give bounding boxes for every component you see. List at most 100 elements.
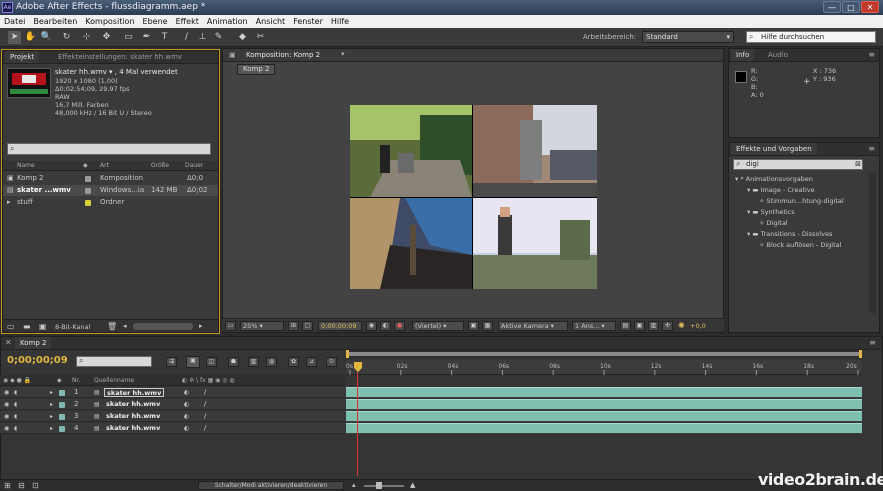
scroll-right-icon[interactable]: ▸	[199, 322, 203, 330]
exposure-icon[interactable]: ✺	[678, 321, 685, 330]
vertical-scrollbar[interactable]	[869, 173, 876, 313]
expand-arrow-icon[interactable]: ▸	[50, 423, 53, 434]
label-color-swatch[interactable]	[59, 402, 65, 408]
eraser-tool-icon[interactable]: ✎	[212, 31, 225, 44]
label-color-swatch[interactable]	[85, 188, 91, 194]
tab-project[interactable]: Projekt	[5, 51, 40, 63]
effects-tree-item[interactable]: ▾ ▬ Transitions - Dissolves	[747, 229, 832, 240]
trash-icon[interactable]: 🗑	[107, 322, 117, 331]
motion-blur-icon[interactable]: ◍	[266, 357, 277, 367]
project-item[interactable]: ▤ skater ...wmv Windows...ia 142 MB Δ0;0…	[3, 185, 218, 196]
frame-blending-icon[interactable]: ▥	[248, 357, 259, 367]
layer-name[interactable]: skater hh.wmv	[104, 424, 162, 433]
project-search-input[interactable]	[7, 143, 211, 155]
effects-tree-item[interactable]: ✧ Digital	[759, 218, 788, 229]
tab-info[interactable]: Info	[731, 49, 755, 61]
timeline-zoom-slider[interactable]	[364, 485, 404, 487]
table-row[interactable]: ◉ ◖ ▸ 2 ▤ skater hh.wmv ◐ /	[0, 399, 345, 410]
views-select[interactable]: 1 Ans... ▾	[572, 321, 616, 331]
menu-animation[interactable]: Animation	[203, 15, 252, 28]
zoom-in-icon[interactable]: ▲	[410, 481, 415, 489]
puppet-tool-icon[interactable]: ✂	[254, 31, 267, 44]
menu-datei[interactable]: Datei	[0, 15, 29, 28]
brainstorm-icon[interactable]: ✿	[288, 357, 299, 367]
toggle-pixel-aspect-icon[interactable]: ▤	[620, 321, 631, 331]
panel-menu-icon[interactable]: ≡	[869, 338, 876, 347]
keyframe-auto-icon[interactable]: ⊙	[326, 357, 337, 367]
label-color-swatch[interactable]	[85, 200, 91, 206]
work-area-bar[interactable]	[346, 350, 862, 358]
layer-name[interactable]: skater hh.wmv	[104, 400, 162, 409]
eye-icon[interactable]: ◉	[4, 387, 9, 398]
work-area-start-handle[interactable]	[346, 350, 349, 358]
live-update-icon[interactable]: ▣	[186, 356, 200, 368]
timeline-timecode[interactable]: 0;00;00;09	[7, 355, 68, 366]
draft-3d-icon[interactable]: ◫	[206, 357, 217, 367]
tab-effect-controls[interactable]: Effekteinstellungen: skater hh.wmv	[53, 51, 187, 63]
selection-tool-icon[interactable]: ➤	[8, 31, 21, 44]
show-snapshot-icon[interactable]: ◐	[380, 321, 391, 331]
table-row[interactable]: ◉ ◖ ▸ 4 ▤ skater hh.wmv ◐ /	[0, 423, 345, 434]
comp-timecode[interactable]: 0;00;00;09	[318, 321, 362, 331]
work-area-end-handle[interactable]	[859, 350, 862, 358]
minimize-button[interactable]: —	[823, 1, 841, 13]
close-icon[interactable]: ✕	[5, 338, 12, 347]
lock-icon[interactable]: ▣	[229, 51, 236, 59]
column-size[interactable]: Größe	[151, 161, 169, 170]
eye-icon[interactable]: ◉	[4, 399, 9, 410]
column-name[interactable]: Name	[17, 161, 35, 170]
hand-tool-icon[interactable]: ✋	[24, 31, 37, 44]
layer-duration-bar[interactable]	[346, 411, 862, 421]
clone-stamp-tool-icon[interactable]: ⊥	[196, 31, 209, 44]
layer-name[interactable]: skater hh.wmv	[104, 412, 162, 421]
timeline-search-input[interactable]	[76, 356, 152, 367]
column-type[interactable]: Art	[100, 161, 109, 170]
new-composition-icon[interactable]: ▣	[39, 322, 47, 331]
menu-fenster[interactable]: Fenster	[289, 15, 327, 28]
menu-ebene[interactable]: Ebene	[139, 15, 172, 28]
comp-mini-flowchart-icon[interactable]: ⇶	[166, 357, 177, 367]
effects-tree-item[interactable]: ✧ Stimmun...htung-digital	[759, 196, 844, 207]
composition-viewer[interactable]	[350, 105, 597, 289]
table-row[interactable]: ◉ ◖ ▸ 3 ▤ skater hh.wmv ◐ /	[0, 411, 345, 422]
shy-layers-icon[interactable]: ☗	[228, 357, 239, 367]
comp-breadcrumb[interactable]: Komp 2	[237, 64, 276, 75]
column-duration[interactable]: Dauer	[185, 161, 203, 170]
label-color-swatch[interactable]	[59, 426, 65, 432]
switch-mode-toggle[interactable]: Schalter/Modi aktivieren/deaktivieren	[198, 481, 344, 490]
graph-editor-icon[interactable]: ⊿	[306, 357, 317, 367]
close-button[interactable]: ✕	[861, 1, 879, 13]
layer-duration-bar[interactable]	[346, 387, 862, 397]
workspace-select[interactable]: Standard ▾	[642, 31, 734, 43]
exposure-value[interactable]: +0,0	[690, 322, 706, 330]
shy-icon[interactable]: ◐	[184, 411, 189, 422]
timeline-zoom-handle[interactable]	[376, 482, 382, 489]
project-item[interactable]: ▣ Komp 2 Komposition Δ0;0	[3, 173, 218, 184]
shy-icon[interactable]: ◐	[184, 399, 189, 410]
shy-icon[interactable]: ◐	[184, 423, 189, 434]
speaker-icon[interactable]: ◖	[14, 387, 17, 398]
timeline-icon[interactable]: ▥	[648, 321, 659, 331]
zoom-select[interactable]: 25% ▾	[240, 321, 284, 331]
effects-search-input[interactable]: digi	[733, 159, 863, 170]
speaker-icon[interactable]: ◖	[14, 411, 17, 422]
tab-audio[interactable]: Audio	[763, 49, 793, 61]
work-area-range[interactable]	[346, 352, 862, 356]
flowchart-icon[interactable]: ✣	[662, 321, 673, 331]
project-item[interactable]: ▸ stuff Ordner	[3, 197, 218, 208]
expand-arrow-icon[interactable]: ▸	[50, 411, 53, 422]
pan-behind-tool-icon[interactable]: ✥	[100, 31, 113, 44]
menu-bearbeiten[interactable]: Bearbeiten	[29, 15, 81, 28]
effects-tree-item[interactable]: ▾ ▬ Image - Creative	[747, 185, 815, 196]
resolution-select[interactable]: (Viertel) ▾	[412, 321, 464, 331]
effects-tree-item[interactable]: ▾ * Animationsvorgaben	[735, 174, 813, 185]
column-number[interactable]: Nr.	[72, 376, 80, 385]
clear-search-icon[interactable]: ⊠	[853, 159, 863, 170]
expand-transfer-controls-icon[interactable]: ⊟	[18, 481, 25, 490]
menu-komposition[interactable]: Komposition	[81, 15, 138, 28]
speaker-icon[interactable]: ◖	[14, 399, 17, 410]
expand-arrow-icon[interactable]: ▸	[50, 399, 53, 410]
mask-visibility-icon[interactable]: ▢	[302, 321, 313, 331]
roto-brush-tool-icon[interactable]: ◆	[236, 31, 249, 44]
eye-icon[interactable]: ◉	[4, 423, 9, 434]
